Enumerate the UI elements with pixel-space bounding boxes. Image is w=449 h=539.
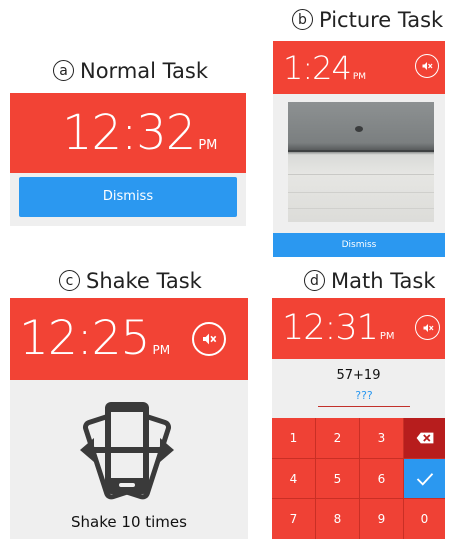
mute-button[interactable] <box>192 322 226 356</box>
shake-task-screen: 12:25 PM Shake 10 times <box>10 298 248 539</box>
caption-picture-task: b Picture Task <box>292 8 443 32</box>
normal-task-screen: 12:32 PM Dismiss <box>10 93 246 226</box>
shake-phone-icon <box>80 402 174 500</box>
key-3[interactable]: 3 <box>360 418 403 458</box>
dismiss-button[interactable]: Dismiss <box>19 177 237 217</box>
caption-letter-a: a <box>53 60 74 81</box>
caption-title-d: Math Task <box>331 269 436 293</box>
math-task-screen: 12:31 PM 57+19 ??? 1 2 3 4 5 6 7 8 9 0 <box>272 298 445 539</box>
alarm-ampm: PM <box>198 138 218 153</box>
answer-field[interactable]: ??? <box>318 389 410 407</box>
caption-math-task: d Math Task <box>304 269 436 293</box>
dismiss-button[interactable]: Dismiss <box>273 233 445 257</box>
key-9[interactable]: 9 <box>360 499 403 539</box>
caption-letter-d: d <box>304 270 325 291</box>
alarm-time: 12:25 PM <box>19 311 170 366</box>
mute-icon <box>423 323 433 332</box>
key-4[interactable]: 4 <box>272 459 315 498</box>
math-problem: 57+19 <box>336 368 381 383</box>
delete-key[interactable] <box>404 418 445 458</box>
caption-title-a: Normal Task <box>80 59 208 83</box>
mute-icon <box>422 62 433 70</box>
check-icon <box>416 472 433 486</box>
alarm-time-digits: 12:25 <box>19 311 150 366</box>
alarm-time-digits: 1:24 <box>283 49 352 87</box>
keypad-divider <box>272 498 445 499</box>
alarm-time: 12:32 PM <box>62 105 217 161</box>
key-6[interactable]: 6 <box>360 459 403 498</box>
alarm-time: 1:24 PM <box>283 49 366 87</box>
alarm-ampm: PM <box>379 331 395 342</box>
confirm-key[interactable] <box>404 459 445 498</box>
caption-title-b: Picture Task <box>319 8 444 32</box>
mute-button[interactable] <box>415 54 439 78</box>
alarm-ampm: PM <box>152 343 171 357</box>
picture-task-screen: 1:24 PM Dismiss <box>273 41 445 257</box>
caption-letter-b: b <box>292 9 313 30</box>
keypad-divider <box>359 418 360 539</box>
key-1[interactable]: 1 <box>272 418 315 458</box>
alarm-time-digits: 12:32 <box>62 105 196 161</box>
key-5[interactable]: 5 <box>316 459 359 498</box>
alarm-time: 12:31 PM <box>282 308 395 348</box>
backspace-icon <box>416 432 433 444</box>
alarm-time-digits: 12:31 <box>282 308 379 348</box>
caption-title-c: Shake Task <box>86 269 202 293</box>
caption-normal-task: a Normal Task <box>53 59 208 83</box>
caption-letter-c: c <box>59 270 80 291</box>
alarm-ampm: PM <box>352 72 367 82</box>
number-keypad: 1 2 3 4 5 6 7 8 9 0 <box>272 418 445 539</box>
key-0[interactable]: 0 <box>404 499 445 539</box>
caption-shake-task: c Shake Task <box>59 269 202 293</box>
alarm-header: 1:24 PM <box>273 41 445 94</box>
mute-icon <box>203 333 217 345</box>
mute-button[interactable] <box>415 315 440 340</box>
key-8[interactable]: 8 <box>316 499 359 539</box>
alarm-header: 12:32 PM <box>10 93 246 173</box>
keypad-divider <box>272 458 445 459</box>
shake-instruction: Shake 10 times <box>71 513 187 531</box>
keypad-divider <box>403 418 404 539</box>
task-photo <box>288 102 434 222</box>
alarm-header: 12:25 PM <box>10 298 248 380</box>
key-7[interactable]: 7 <box>272 499 315 539</box>
alarm-header: 12:31 PM <box>272 298 445 359</box>
key-2[interactable]: 2 <box>316 418 359 458</box>
keypad-divider <box>315 418 316 539</box>
